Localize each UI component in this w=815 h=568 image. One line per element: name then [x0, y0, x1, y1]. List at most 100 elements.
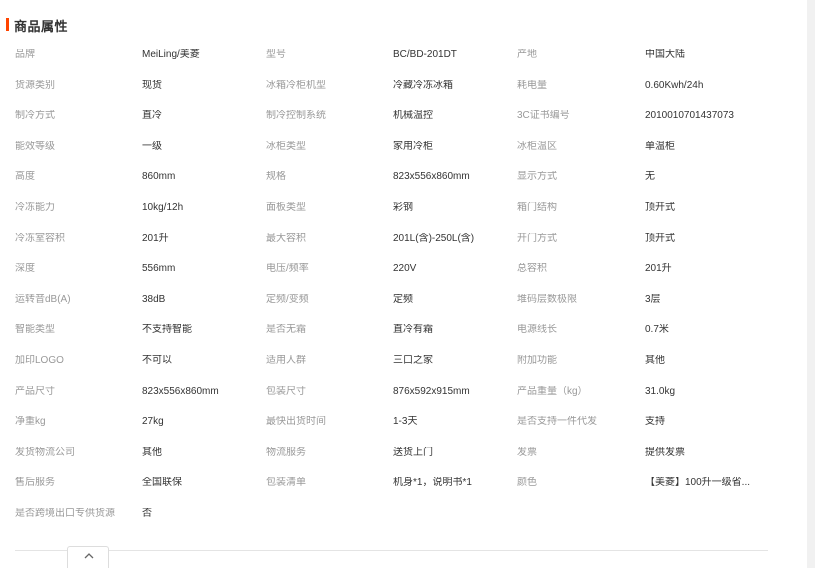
attribute-value: 现货: [142, 79, 162, 91]
attribute-label: 电压/频率: [266, 263, 309, 275]
attribute-value: 27kg: [142, 416, 164, 428]
attribute-value: 冷藏冷冻冰箱: [393, 79, 453, 91]
attribute-row: 发货物流公司 其他 物流服务 送货上门 发票 提供发票: [15, 438, 775, 469]
section-title: 商品属性: [14, 19, 69, 34]
attribute-label: 是否跨境出口专供货源: [15, 507, 115, 519]
attribute-value: 送货上门: [393, 446, 433, 458]
attribute-label: 制冷控制系统: [266, 110, 326, 122]
attribute-label: 堆码层数极限: [517, 293, 577, 305]
attribute-label: 定频/变频: [266, 293, 309, 305]
attribute-value: 0.7米: [645, 324, 669, 336]
attribute-value: 彩钢: [393, 201, 413, 213]
attribute-label: 耗电量: [517, 79, 547, 91]
attribute-label: 3C证书编号: [517, 110, 570, 122]
attribute-row: 净重kg 27kg 最快出货时间 1-3天 是否支持一件代发 支持: [15, 407, 775, 438]
attribute-row: 售后服务 全国联保 包装清单 机身*1，说明书*1 颜色 【美菱】100升一级省...: [15, 468, 775, 499]
collapse-button[interactable]: [67, 546, 109, 568]
attribute-value: 556mm: [142, 263, 176, 275]
chevron-up-icon: [84, 553, 94, 559]
attribute-label: 制冷方式: [15, 110, 55, 122]
attribute-row: 加印LOGO 不可以 适用人群 三口之家 附加功能 其他: [15, 346, 775, 377]
attribute-value: 不支持智能: [142, 324, 192, 336]
attribute-label: 冰柜类型: [266, 140, 306, 152]
attribute-label: 运转音dB(A): [15, 293, 71, 305]
attribute-value: 顶开式: [645, 201, 675, 213]
attribute-value: 860mm: [142, 171, 176, 183]
attribute-label: 加印LOGO: [15, 354, 64, 366]
attribute-value: 201升: [142, 232, 169, 244]
attribute-label: 箱门结构: [517, 201, 557, 213]
attribute-label: 型号: [266, 49, 286, 60]
attribute-label: 附加功能: [517, 354, 557, 366]
attribute-label: 是否支持一件代发: [517, 416, 597, 428]
attribute-value: 876x592x915mm: [393, 385, 470, 397]
attribute-value: 1-3天: [393, 416, 418, 428]
attribute-label: 包装清单: [266, 477, 306, 489]
attribute-label: 总容积: [517, 263, 547, 275]
attribute-value: 823x556x860mm: [142, 385, 219, 397]
attribute-row: 运转音dB(A) 38dB 定频/变频 定频 堆码层数极限 3层: [15, 285, 775, 316]
attribute-row: 深度 556mm 电压/频率 220V 总容积 201升: [15, 254, 775, 285]
attribute-row: 智能类型 不支持智能 是否无霜 直冷有霜 电源线长 0.7米: [15, 315, 775, 346]
attribute-row: 制冷方式 直冷 制冷控制系统 机械温控 3C证书编号 2010010701437073: [15, 101, 775, 132]
attribute-value: 38dB: [142, 293, 166, 305]
attribute-value: MeiLing/美菱: [142, 49, 200, 60]
attribute-label: 品牌: [15, 49, 35, 60]
attribute-value: 无: [645, 171, 655, 183]
attribute-value: 顶开式: [645, 232, 675, 244]
attribute-label: 智能类型: [15, 324, 55, 336]
attribute-label: 冷冻室容积: [15, 232, 65, 244]
attribute-value: 0.60Kwh/24h: [645, 79, 704, 91]
attribute-label: 冷冻能力: [15, 201, 55, 213]
attribute-value: 其他: [645, 354, 665, 366]
attribute-value: 201升: [645, 263, 672, 275]
attribute-value: 一级: [142, 140, 162, 152]
attribute-value: 三口之家: [393, 354, 433, 366]
attribute-label: 深度: [15, 263, 35, 275]
attribute-label: 产品尺寸: [15, 385, 55, 397]
attribute-label: 适用人群: [266, 354, 306, 366]
attribute-label: 净重kg: [15, 416, 46, 428]
attribute-label: 冰箱冷柜机型: [266, 79, 326, 91]
attribute-row: 冷冻能力 10kg/12h 面板类型 彩钢 箱门结构 顶开式: [15, 193, 775, 224]
attribute-value: 220V: [393, 263, 417, 275]
attribute-label: 面板类型: [266, 201, 306, 213]
attribute-value: 定频: [393, 293, 413, 305]
attribute-label: 颜色: [517, 477, 537, 489]
attribute-label: 冰柜温区: [517, 140, 557, 152]
attribute-value: 直冷有霜: [393, 324, 433, 336]
scrollbar[interactable]: [807, 0, 815, 568]
attribute-value: 机械温控: [393, 110, 433, 122]
attribute-label: 开门方式: [517, 232, 557, 244]
attribute-row: 产品尺寸 823x556x860mm 包装尺寸 876x592x915mm 产品重量（k…: [15, 377, 775, 408]
attribute-value: 其他: [142, 446, 162, 458]
attribute-value: 10kg/12h: [142, 201, 184, 213]
attribute-row: 是否跨境出口专供货源 否: [15, 499, 775, 530]
attribute-value: 单温柜: [645, 140, 675, 152]
attribute-label: 最大容积: [266, 232, 306, 244]
attribute-value: 全国联保: [142, 477, 182, 489]
attribute-row: 品牌 MeiLing/美菱 型号 BC/BD-201DT 产地 中国大陆: [15, 40, 775, 71]
attribute-label: 产地: [517, 49, 537, 60]
attribute-row: 货源类别 现货 冰箱冷柜机型 冷藏冷冻冰箱 耗电量 0.60Kwh/24h: [15, 71, 775, 102]
attribute-value: 31.0kg: [645, 385, 676, 397]
attribute-value: 机身*1，说明书*1: [393, 477, 472, 489]
attribute-value: 支持: [645, 416, 665, 428]
attribute-value: 不可以: [142, 354, 172, 366]
attribute-row: 冷冻室容积 201升 最大容积 201L(含)-250L(含) 开门方式 顶开式: [15, 224, 775, 255]
section-title-accent: [6, 18, 9, 31]
attribute-value: 中国大陆: [645, 49, 685, 60]
attribute-label: 规格: [266, 171, 286, 183]
attribute-label: 是否无霜: [266, 324, 306, 336]
attribute-value: 823x556x860mm: [393, 171, 470, 183]
attribute-row: 高度 860mm 规格 823x556x860mm 显示方式 无: [15, 162, 775, 193]
attribute-value: 家用冷柜: [393, 140, 433, 152]
attribute-label: 高度: [15, 171, 35, 183]
attribute-label: 发货物流公司: [15, 446, 75, 458]
attribute-label: 最快出货时间: [266, 416, 326, 428]
attribute-label: 货源类别: [15, 79, 55, 91]
attribute-label: 发票: [517, 446, 537, 458]
attribute-value: 提供发票: [645, 446, 685, 458]
attribute-label: 包装尺寸: [266, 385, 306, 397]
attribute-label: 售后服务: [15, 477, 55, 489]
